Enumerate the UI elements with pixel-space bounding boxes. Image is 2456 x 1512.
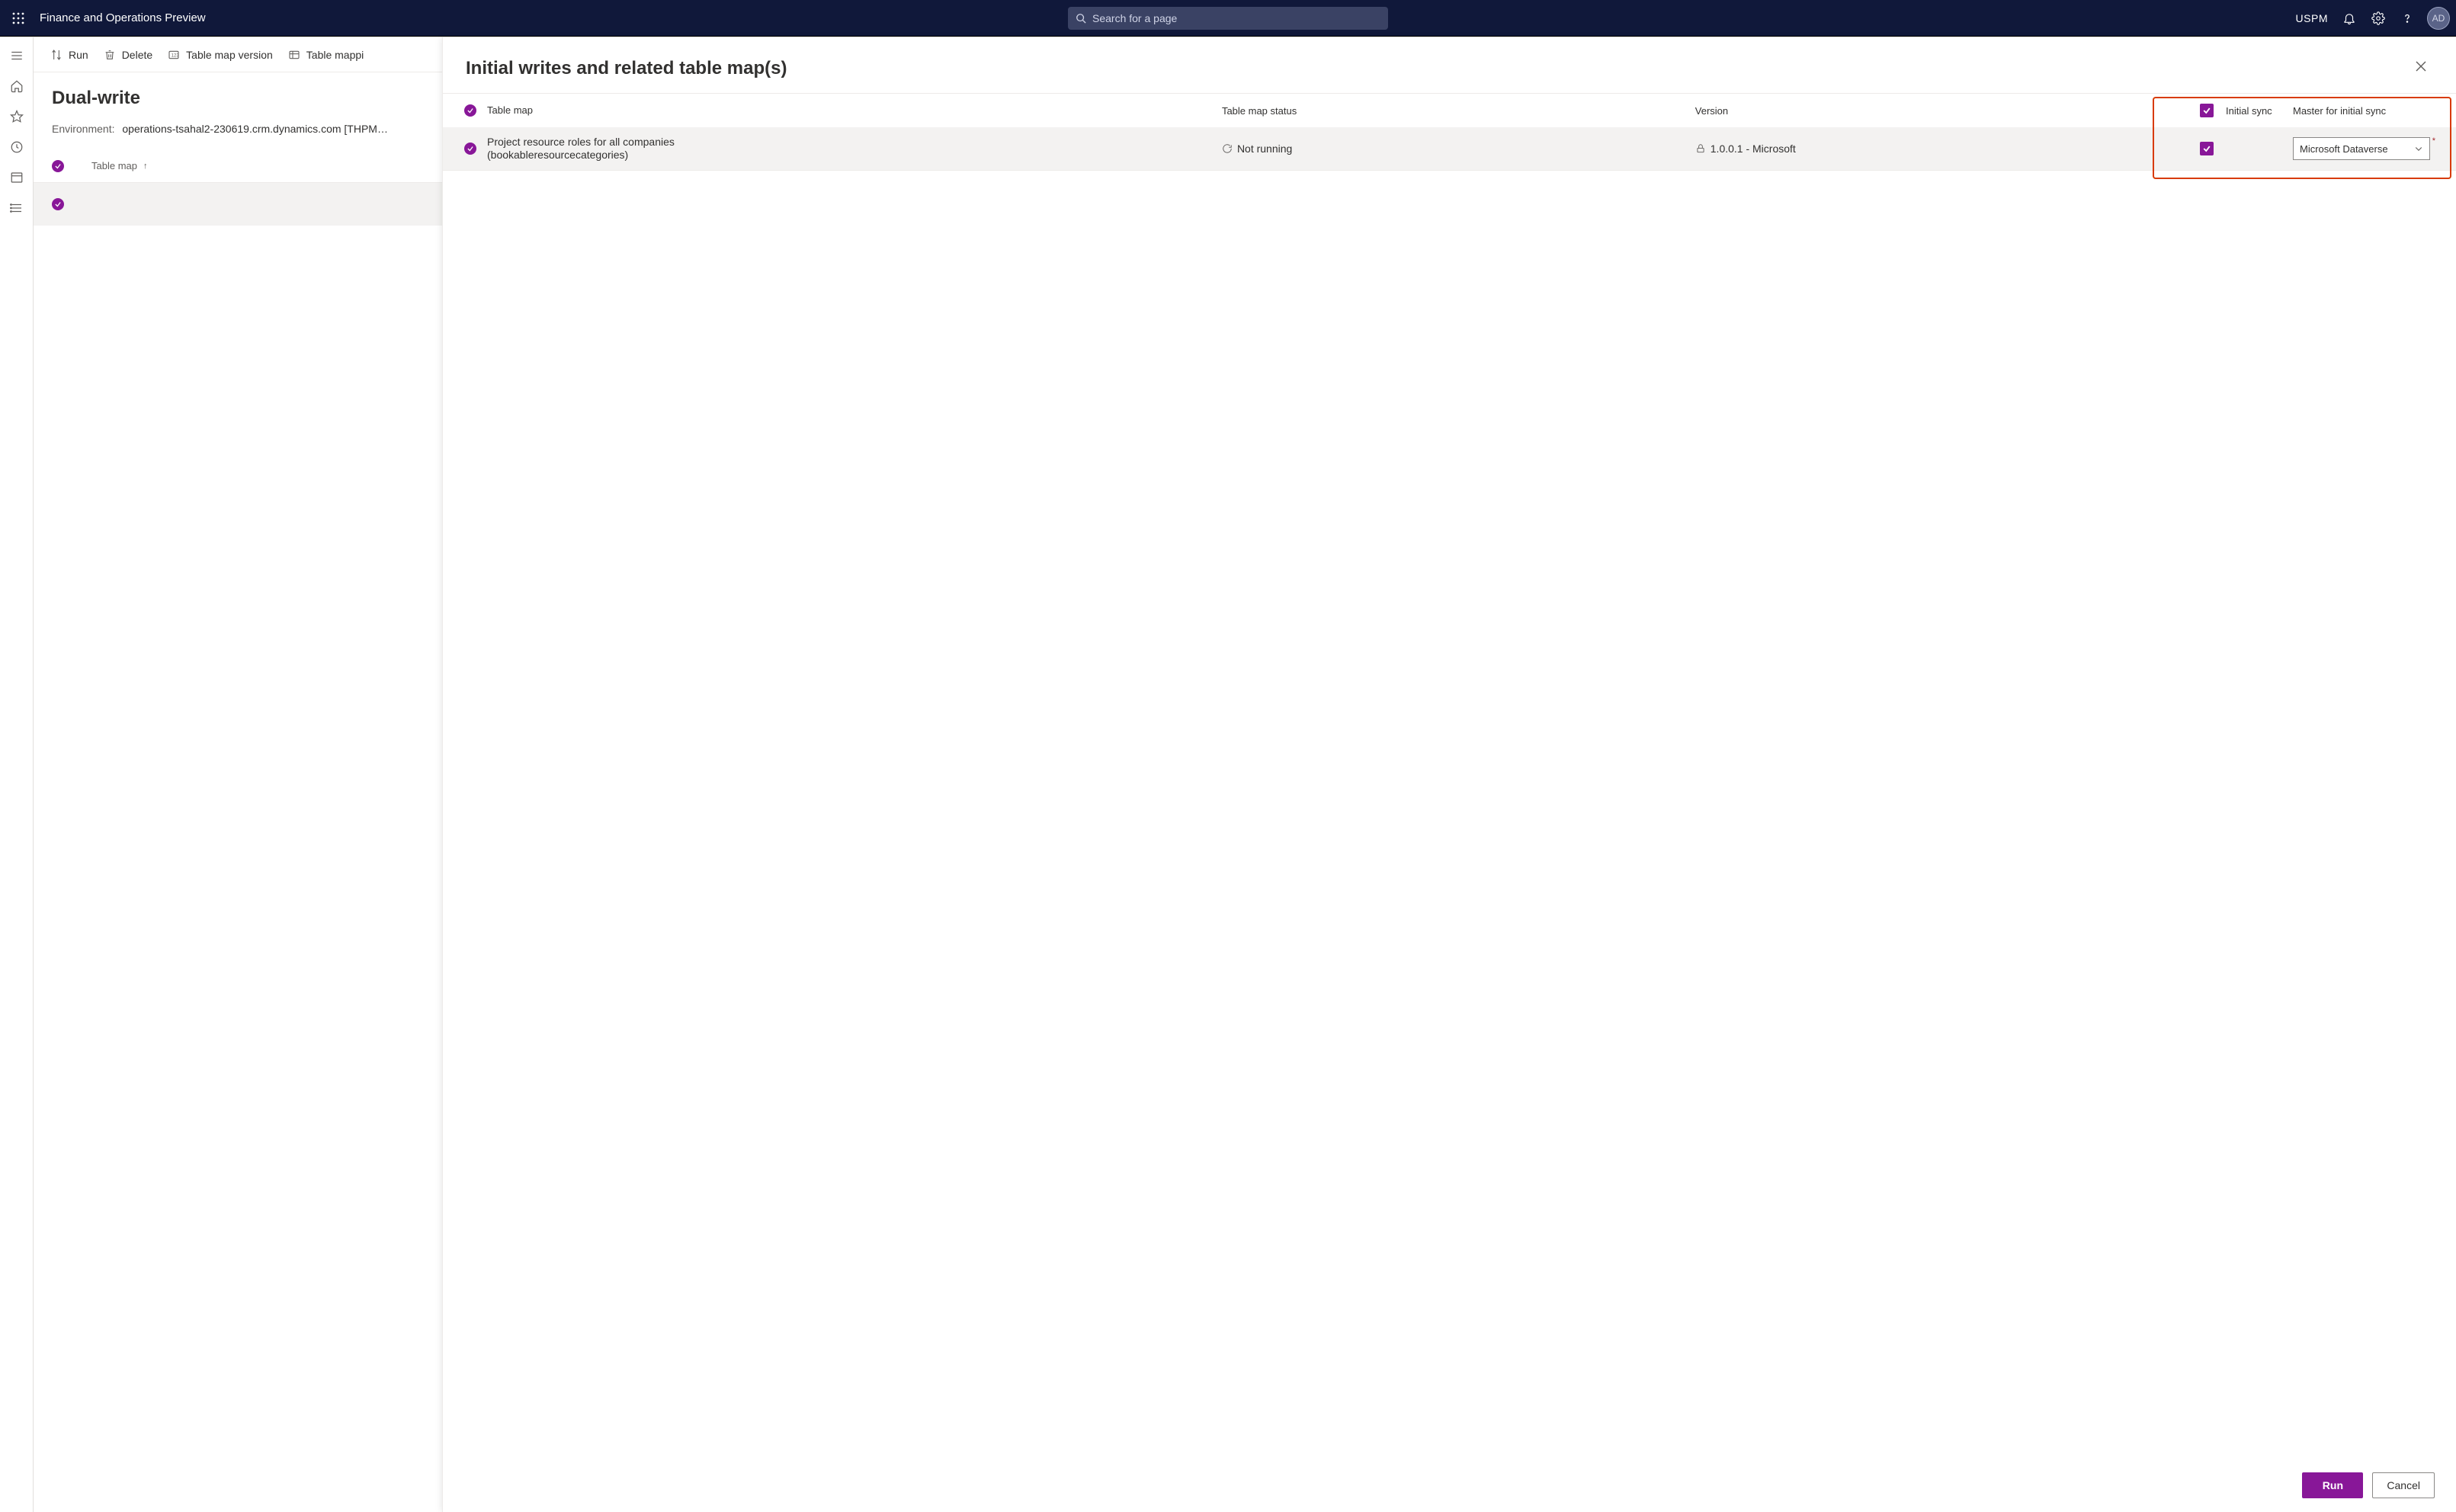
environment-label: Environment: [52,123,114,135]
run-button[interactable]: Run [2302,1472,2363,1498]
sort-ascending-icon: ↑ [143,162,148,171]
search-placeholder: Search for a page [1092,12,1177,24]
grid-row-status: Not running [1237,143,1292,155]
search-icon [1076,13,1086,24]
delete-icon [104,49,116,61]
initial-writes-panel: Initial writes and related table map(s) … [442,37,2456,1512]
grid-row-status-icon [464,143,476,155]
master-for-initial-sync-select[interactable]: Microsoft Dataverse * [2293,137,2430,160]
cancel-button[interactable]: Cancel [2372,1472,2435,1498]
app-title: Finance and Operations Preview [40,11,206,24]
cmd-table-map-version[interactable]: 123 Table map version [168,49,273,61]
panel-grid-header: Table map Table map status Version Initi… [443,94,2456,127]
col-map-status[interactable]: Table map status [1222,105,1695,117]
notifications-icon[interactable] [2337,6,2361,30]
settings-icon[interactable] [2366,6,2390,30]
cmd-delete[interactable]: Delete [104,49,152,61]
nav-hamburger-icon[interactable] [5,43,29,68]
cmd-table-mappings[interactable]: Table mappi [288,49,364,61]
app-launcher-icon[interactable] [6,6,30,30]
close-icon[interactable] [2410,56,2432,81]
nav-recent-icon[interactable] [5,135,29,159]
run-icon [50,49,63,61]
panel-title: Initial writes and related table map(s) [466,58,787,79]
cmd-run[interactable]: Run [50,49,88,61]
grid-row-map-line2: (bookableresourcecategories) [487,149,1213,162]
panel-footer: Run Cancel [443,1459,2456,1512]
header-initial-sync-checkbox[interactable] [2200,104,2214,117]
top-app-bar: Finance and Operations Preview Search fo… [0,0,2456,37]
nav-favorites-icon[interactable] [5,104,29,129]
grid-header-status-icon[interactable] [464,104,476,117]
grid-row-map-line1: Project resource roles for all companies [487,136,1213,149]
nav-modules-icon[interactable] [5,196,29,220]
col-initial-sync[interactable]: Initial sync [2226,105,2272,117]
environment-value: operations-tsahal2-230619.crm.dynamics.c… [122,123,388,135]
help-icon[interactable] [2395,6,2419,30]
left-nav-rail [0,37,34,1512]
col-table-map[interactable]: Table map [487,104,1222,117]
lock-icon [1695,143,1706,154]
svg-text:123: 123 [172,53,180,58]
top-right-controls: USPM AD [2296,6,2450,30]
col-version[interactable]: Version [1695,105,2200,117]
col-master[interactable]: Master for initial sync [2291,105,2442,117]
required-asterisk-icon: * [2432,136,2435,146]
header-status-icon[interactable] [52,160,64,172]
row-status-icon [52,198,64,210]
company-code[interactable]: USPM [2296,12,2328,24]
version-icon: 123 [168,49,180,61]
not-running-icon [1222,143,1233,154]
global-search-input[interactable]: Search for a page [1068,7,1388,30]
chevron-down-icon [2414,144,2423,153]
row-initial-sync-checkbox[interactable] [2200,142,2214,155]
nav-home-icon[interactable] [5,74,29,98]
user-avatar[interactable]: AD [2427,7,2450,30]
panel-grid-row[interactable]: Project resource roles for all companies… [443,127,2456,170]
grid-row-version: 1.0.0.1 - Microsoft [1711,143,1796,155]
mappings-icon [288,49,300,61]
nav-workspaces-icon[interactable] [5,165,29,190]
